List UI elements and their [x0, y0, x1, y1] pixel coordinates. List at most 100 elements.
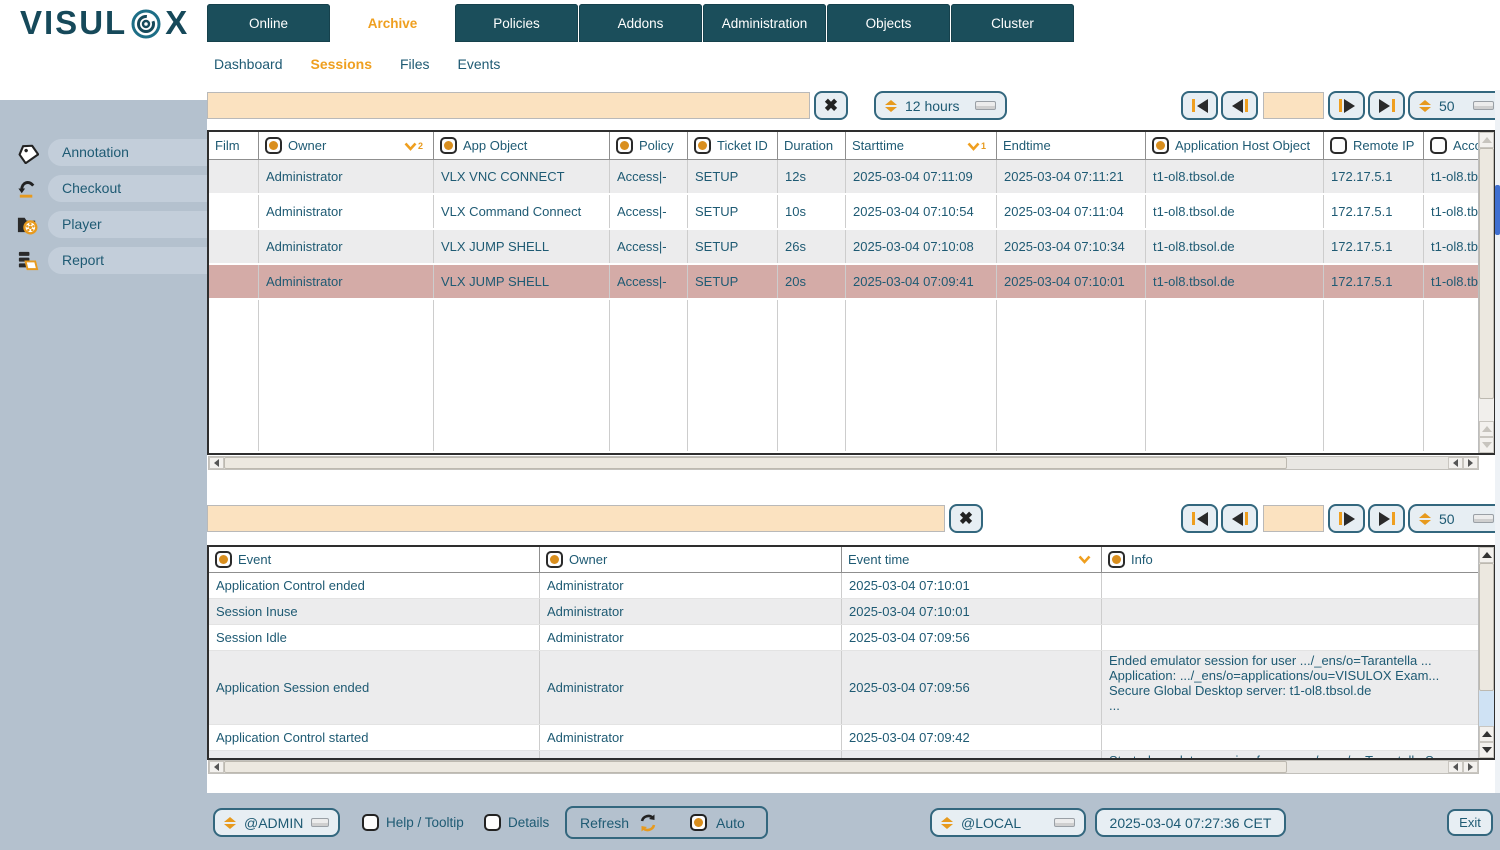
- auto-refresh-toggle[interactable]: [690, 814, 707, 831]
- previous-page-button[interactable]: [1221, 91, 1258, 120]
- session-row[interactable]: Administrator VLX VNC CONNECT Access|- S…: [209, 160, 1478, 195]
- event-row[interactable]: Application Control ended Administrator …: [209, 573, 1478, 599]
- scroll-down-button[interactable]: [1479, 437, 1494, 453]
- scroll-up-button[interactable]: [1479, 726, 1494, 742]
- event-info-cell: Ended emulator session for user .../_ens…: [1102, 651, 1478, 724]
- scroll-left-button[interactable]: [209, 761, 224, 773]
- sessions-clear-filter-button[interactable]: ✖: [814, 91, 848, 120]
- scrollbar-thumb[interactable]: [1479, 563, 1494, 691]
- column-header-application-host-object[interactable]: Application Host Object: [1146, 132, 1324, 160]
- page-scrollbar[interactable]: [1495, 90, 1500, 850]
- scrollbar-thumb[interactable]: [1495, 185, 1500, 235]
- filter-icon[interactable]: [1108, 551, 1125, 568]
- tab-administration[interactable]: Administration: [703, 4, 826, 42]
- column-header-starttime[interactable]: Starttime 1: [846, 132, 997, 160]
- session-row[interactable]: Administrator VLX Command Connect Access…: [209, 195, 1478, 230]
- first-page-button[interactable]: [1181, 91, 1218, 120]
- scroll-up-button[interactable]: [1479, 132, 1494, 148]
- column-header-event[interactable]: Event: [209, 547, 540, 573]
- page-number-input[interactable]: [1263, 505, 1324, 532]
- tab-cluster[interactable]: Cluster: [951, 4, 1074, 42]
- previous-page-button[interactable]: [1221, 504, 1258, 533]
- scroll-left-button[interactable]: [1448, 457, 1463, 469]
- event-row[interactable]: Session Inuse Administrator 2025-03-04 0…: [209, 599, 1478, 625]
- tab-archive[interactable]: Archive: [331, 4, 454, 42]
- scroll-up-button[interactable]: [1479, 547, 1494, 563]
- page-number-input[interactable]: [1263, 92, 1324, 119]
- column-header-policy[interactable]: Policy: [610, 132, 688, 160]
- column-header-ticket-id[interactable]: Ticket ID: [688, 132, 778, 160]
- column-header-owner[interactable]: Owner: [540, 547, 842, 573]
- column-header-duration[interactable]: Duration: [778, 132, 846, 160]
- sessions-table: Film Owner 2 App Object Policy Ticket ID…: [207, 130, 1496, 455]
- column-header-app-object[interactable]: App Object: [434, 132, 610, 160]
- scrollbar-thumb[interactable]: [224, 457, 1287, 469]
- tab-online[interactable]: Online: [207, 4, 330, 42]
- tab-objects[interactable]: Objects: [827, 4, 950, 42]
- tab-policies[interactable]: Policies: [455, 4, 578, 42]
- filter-icon[interactable]: [265, 137, 282, 154]
- scroll-right-button[interactable]: [1463, 761, 1478, 773]
- event-row[interactable]: Started emulator session for user .../_e…: [209, 751, 1478, 758]
- exit-button[interactable]: Exit: [1447, 809, 1493, 836]
- column-header-account[interactable]: Account: [1424, 132, 1478, 160]
- tab-addons[interactable]: Addons: [579, 4, 702, 42]
- events-clear-filter-button[interactable]: ✖: [949, 504, 983, 533]
- column-header-info[interactable]: Info: [1102, 547, 1478, 573]
- scrollbar-thumb[interactable]: [224, 761, 1287, 773]
- sidebar-item-annotation[interactable]: Annotation: [0, 139, 207, 166]
- refresh-button[interactable]: Refresh: [580, 815, 629, 831]
- checkbox-icon[interactable]: [1430, 137, 1447, 154]
- sidebar-item-player[interactable]: Player: [0, 211, 207, 238]
- refresh-icon[interactable]: [638, 813, 658, 833]
- next-page-button[interactable]: [1328, 504, 1365, 533]
- filter-icon[interactable]: [546, 551, 563, 568]
- scroll-up-button[interactable]: [1479, 421, 1494, 437]
- subtab-events[interactable]: Events: [458, 56, 501, 72]
- page-size-dropdown[interactable]: 50: [1408, 91, 1500, 120]
- sessions-search-input[interactable]: [207, 92, 810, 119]
- scroll-right-button[interactable]: [1463, 457, 1478, 469]
- logo-text-left: VISUL: [20, 4, 127, 42]
- scroll-down-button[interactable]: [1479, 742, 1494, 758]
- last-page-button[interactable]: [1368, 91, 1405, 120]
- dropdown-handle-icon: [1473, 101, 1494, 110]
- checkbox-icon[interactable]: [1330, 137, 1347, 154]
- help-tooltip-checkbox[interactable]: [362, 814, 379, 831]
- filter-icon[interactable]: [215, 551, 232, 568]
- details-checkbox[interactable]: [484, 814, 501, 831]
- sidebar-item-checkout[interactable]: Checkout: [0, 175, 207, 202]
- page-size-dropdown[interactable]: 50: [1408, 504, 1500, 533]
- events-search-input[interactable]: [207, 505, 945, 532]
- filter-icon[interactable]: [616, 137, 633, 154]
- filter-icon[interactable]: [440, 137, 457, 154]
- column-header-endtime[interactable]: Endtime: [997, 132, 1146, 160]
- event-row[interactable]: Application Session ended Administrator …: [209, 651, 1478, 725]
- column-header-owner[interactable]: Owner 2: [259, 132, 434, 160]
- subtab-sessions[interactable]: Sessions: [311, 56, 372, 72]
- event-row[interactable]: Session Idle Administrator 2025-03-04 07…: [209, 625, 1478, 651]
- column-header-film[interactable]: Film: [209, 132, 259, 160]
- scroll-left-button[interactable]: [1448, 761, 1463, 773]
- filter-icon[interactable]: [694, 137, 711, 154]
- column-header-event-time[interactable]: Event time: [842, 547, 1102, 573]
- scrollbar-thumb[interactable]: [1479, 148, 1494, 399]
- time-range-dropdown[interactable]: 12 hours: [874, 91, 1007, 120]
- local-scope-dropdown[interactable]: @LOCAL: [930, 808, 1086, 837]
- clock-display[interactable]: 2025-03-04 07:27:36 CET: [1095, 808, 1286, 837]
- first-page-button[interactable]: [1181, 504, 1218, 533]
- admin-scope-dropdown[interactable]: @ADMIN: [213, 808, 340, 837]
- subtab-dashboard[interactable]: Dashboard: [214, 56, 283, 72]
- filter-icon[interactable]: [1152, 137, 1169, 154]
- spinner-icon: [224, 817, 236, 829]
- last-page-button[interactable]: [1368, 504, 1405, 533]
- session-row[interactable]: Administrator VLX JUMP SHELL Access|- SE…: [209, 230, 1478, 265]
- column-header-remote-ip[interactable]: Remote IP: [1324, 132, 1424, 160]
- sidebar-item-report[interactable]: Report: [0, 247, 207, 274]
- session-row-selected[interactable]: Administrator VLX JUMP SHELL Access|- SE…: [209, 265, 1478, 300]
- next-page-button[interactable]: [1328, 91, 1365, 120]
- subtab-files[interactable]: Files: [400, 56, 430, 72]
- events-pagination: 50: [1181, 504, 1500, 533]
- scroll-left-button[interactable]: [209, 457, 224, 469]
- event-row[interactable]: Application Control started Administrato…: [209, 725, 1478, 751]
